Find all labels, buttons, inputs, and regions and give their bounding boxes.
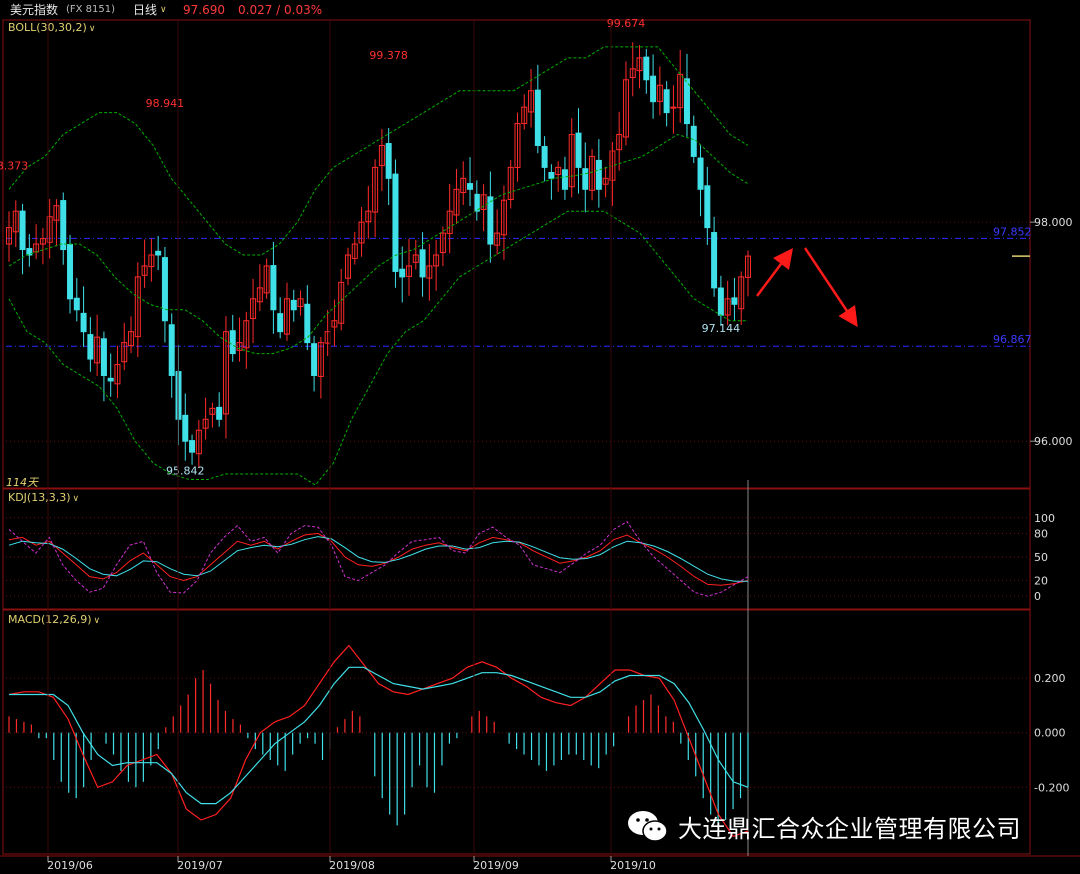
candle-body	[161, 257, 168, 322]
wechat-icon	[628, 811, 668, 842]
candle-body	[595, 159, 602, 190]
candle-body	[575, 132, 582, 168]
date-tick-label: 2019/06	[47, 859, 93, 872]
candle-body	[385, 143, 392, 179]
candle-body	[80, 312, 87, 333]
candle-body	[311, 343, 318, 376]
date-tick-label: 2019/07	[177, 859, 223, 872]
candle-body	[87, 334, 94, 360]
candle-body	[419, 249, 426, 278]
watermark-text: 大连鼎汇合众企业管理有限公司	[678, 814, 1021, 843]
candle-body	[541, 146, 548, 168]
candle-body	[690, 125, 697, 157]
candle-body	[467, 183, 474, 190]
boll-lower-band	[8, 210, 748, 486]
boll-middle-band	[8, 133, 749, 355]
candle-body	[277, 313, 284, 333]
candle-body	[643, 56, 650, 81]
price-annotation-low: 97.144	[702, 322, 741, 335]
candle-body	[650, 75, 657, 103]
candle-body	[711, 232, 718, 289]
candle-body	[270, 265, 277, 311]
level-label-0: 97.852	[993, 225, 1032, 238]
watermark: 大连鼎汇合众企业管理有限公司	[626, 806, 1021, 846]
candle-body	[399, 268, 406, 278]
kdj-j-line	[8, 521, 749, 597]
candle-body	[216, 406, 223, 420]
price-annotation-low: 95.842	[166, 464, 205, 477]
candle-body	[19, 210, 26, 251]
candle-body	[182, 414, 189, 442]
kdj-d-line	[8, 536, 748, 582]
candle-body	[717, 287, 724, 316]
candle-body	[60, 200, 67, 251]
candle-body	[304, 303, 311, 344]
kdj-panel-frame	[2, 488, 1031, 610]
kdj-tick-label: 50	[1034, 551, 1048, 564]
price-tick-label: 98.000	[1034, 216, 1073, 229]
kdj-tick-label: 100	[1034, 512, 1055, 525]
candle-body	[670, 106, 677, 109]
forecast-down-arrow	[803, 247, 858, 328]
candle-body	[100, 338, 107, 376]
candle-body	[582, 168, 589, 190]
candle-body	[189, 440, 196, 453]
candle-body	[561, 169, 568, 190]
price-tick-label: 96.000	[1034, 435, 1073, 448]
candle-body	[731, 297, 738, 305]
forecast-up-arrow	[756, 248, 793, 297]
candle-body	[73, 297, 80, 311]
price-annotation-high: 99.674	[607, 17, 646, 30]
date-tick-label: 2019/10	[610, 859, 656, 872]
candle-body	[155, 250, 162, 256]
date-tick-label: 2019/08	[329, 859, 375, 872]
kdj-tick-label: 20	[1034, 574, 1048, 587]
level-label-1: 96.867	[993, 333, 1032, 346]
macd-tick-label: 0.200	[1034, 672, 1066, 685]
boll-upper-band	[8, 46, 749, 256]
macd-tick-label: 0.000	[1034, 727, 1066, 740]
candle-body	[683, 78, 690, 125]
candle-body	[548, 172, 555, 179]
price-annotation-high: 99.378	[369, 49, 408, 62]
date-tick-label: 2019/09	[473, 859, 519, 872]
candle-body	[107, 377, 114, 382]
candle-body	[663, 89, 670, 114]
candle-body	[229, 330, 236, 355]
candle-body	[697, 157, 704, 190]
candle-body	[168, 324, 175, 376]
candle-body	[67, 244, 74, 300]
macd-dea-line	[9, 666, 749, 805]
macd-tick-label: -0.200	[1034, 781, 1069, 794]
price-annotation-high: 98.373	[0, 159, 28, 172]
candle-body	[487, 196, 494, 245]
candle-body	[534, 89, 541, 146]
chart-canvas: 98.00096.00097.85296.86798.37398.94199.3…	[0, 17, 1080, 872]
candle-body	[704, 185, 711, 229]
candle-body	[392, 173, 399, 272]
candle-body	[290, 299, 297, 311]
kdj-tick-label: 0	[1034, 590, 1041, 603]
kdj-tick-label: 80	[1034, 527, 1048, 540]
